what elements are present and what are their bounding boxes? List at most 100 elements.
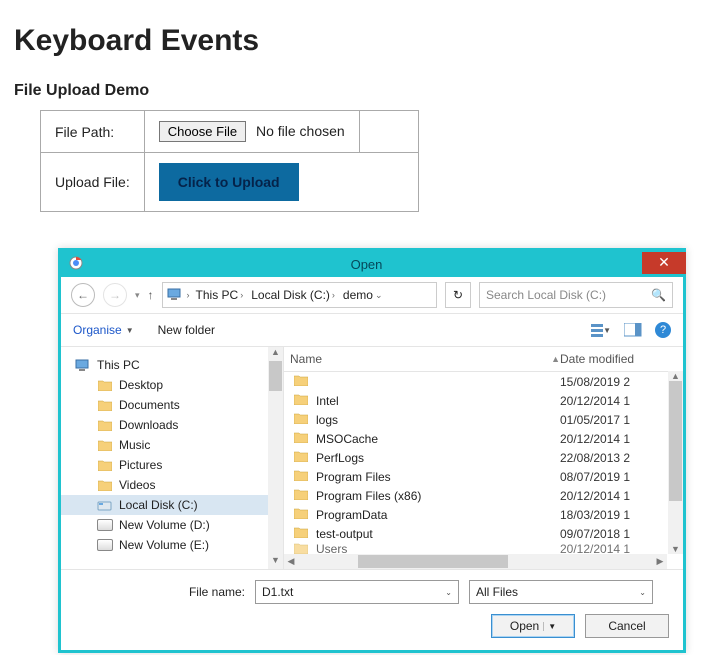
tree-item[interactable]: Desktop [61,375,283,395]
tree-item[interactable]: Local Disk (C:) [61,495,283,515]
cancel-button[interactable]: Cancel [585,614,669,638]
tree-item[interactable]: Pictures [61,455,283,475]
list-item[interactable]: ProgramData 18/03/2019 1 [284,505,683,524]
breadcrumb[interactable]: › This PC› Local Disk (C:)› demo⌄ [162,282,437,308]
tree-item-label: Videos [119,478,155,492]
drive-icon [97,518,113,532]
item-name: PerfLogs [316,451,364,465]
list-item[interactable]: MSOCache20/12/2014 1 [284,429,683,448]
tree-item-label: Documents [119,398,180,412]
dialog-titlebar[interactable]: Open ✕ [61,251,683,277]
item-name: ProgramData [316,508,387,522]
tree-item[interactable]: Downloads [61,415,283,435]
up-button[interactable]: ↑ [148,288,154,302]
preview-pane-button[interactable] [623,322,643,338]
no-file-text: No file chosen [256,123,345,139]
tree-item[interactable]: Videos [61,475,283,495]
search-icon: 🔍 [651,288,666,302]
list-item[interactable]: 15/08/2019 2 [284,372,683,391]
search-input[interactable]: Search Local Disk (C:) 🔍 [479,282,673,308]
close-icon: ✕ [658,254,670,271]
dialog-title: Open [91,257,642,272]
folder-icon [97,378,113,392]
crumb-1[interactable]: Local Disk (C:) [251,288,330,302]
dialog-footer: File name: D1.txt ⌄ All Files ⌄ Open▼ Ca… [61,569,683,650]
list-item[interactable]: test-output 09/07/2018 1 [284,524,683,543]
tree-scrollbar[interactable]: ▲▼ [268,347,283,569]
filename-value: D1.txt [262,585,293,599]
item-name: Program Files (x86) [316,489,421,503]
folder-icon [97,398,113,412]
col-name[interactable]: Name▲ [290,352,560,366]
list-hscrollbar[interactable]: ◀▶ [284,554,667,569]
tree-item[interactable]: Music [61,435,283,455]
tree-this-pc[interactable]: This PC [61,355,283,375]
list-item[interactable]: Intel20/12/2014 1 [284,391,683,410]
col-date[interactable]: Date modified [560,352,683,366]
chrome-icon [61,256,91,273]
choose-file-button[interactable]: Choose File [159,121,246,142]
nav-toolbar: ← → ▾ ↑ › This PC› Local Disk (C:)› demo… [61,277,683,314]
item-date: 01/05/2017 1 [560,413,683,427]
forward-button[interactable]: → [103,283,127,307]
close-button[interactable]: ✕ [642,252,686,274]
folder-icon [97,458,113,472]
tree-item[interactable]: New Volume (E:) [61,535,283,555]
pc-icon [167,287,183,304]
list-item[interactable]: logs01/05/2017 1 [284,410,683,429]
item-name: Program Files [316,470,391,484]
empty-cell [359,111,418,153]
click-to-upload-button[interactable]: Click to Upload [159,163,299,201]
filetype-value: All Files [476,585,518,599]
tree-item-label: Local Disk (C:) [119,498,198,512]
tree-item-label: Desktop [119,378,163,392]
crumb-0[interactable]: This PC [196,288,239,302]
item-date: 18/03/2019 1 [560,508,683,522]
item-date: 09/07/2018 1 [560,527,683,541]
list-item[interactable]: Program Files (x86) 20/12/2014 1 [284,486,683,505]
folder-icon [294,526,308,541]
folder-icon [294,412,308,427]
refresh-icon: ↻ [453,288,463,302]
item-date: 20/12/2014 1 [560,394,683,408]
folder-icon [97,438,113,452]
back-button[interactable]: ← [71,283,95,307]
drive-icon [97,538,113,552]
pc-icon [75,358,91,372]
recent-dropdown[interactable]: ▾ [135,290,140,301]
uploadfile-label: Upload File: [41,153,145,212]
refresh-button[interactable]: ↻ [445,282,471,308]
folder-icon [294,469,308,484]
folder-icon [97,418,113,432]
folder-icon [294,393,308,408]
open-button[interactable]: Open▼ [491,614,575,638]
search-placeholder: Search Local Disk (C:) [486,288,606,302]
list-item[interactable]: PerfLogs 22/08/2013 2 [284,448,683,467]
forward-icon: → [109,288,121,302]
folder-icon [97,478,113,492]
chevron-down-icon: ▼ [126,326,134,335]
tree-item-label: Music [119,438,150,452]
back-icon: ← [77,288,89,302]
item-date: 20/12/2014 1 [560,489,683,503]
filetype-select[interactable]: All Files ⌄ [469,580,653,604]
folder-icon [294,374,308,389]
item-date: 08/07/2019 1 [560,470,683,484]
organise-menu[interactable]: Organise ▼ [73,323,134,337]
disk-icon [97,498,113,512]
list-vscrollbar[interactable]: ▲▼ [668,371,683,554]
crumb-2[interactable]: demo [343,288,373,302]
tree-item[interactable]: New Volume (D:) [61,515,283,535]
folder-icon [294,488,308,503]
item-name: test-output [316,527,373,541]
new-folder-button[interactable]: New folder [158,323,215,337]
list-item[interactable]: Program Files 08/07/2019 1 [284,467,683,486]
tree-item[interactable]: Documents [61,395,283,415]
help-button[interactable]: ? [655,322,671,338]
chevron-down-icon: ⌄ [445,588,452,597]
item-date: 22/08/2013 2 [560,451,683,465]
page-subheading: File Upload Demo [14,82,703,100]
tree-item-label: New Volume (D:) [119,518,210,532]
filename-input[interactable]: D1.txt ⌄ [255,580,459,604]
view-options-button[interactable]: ▼ [591,322,611,338]
